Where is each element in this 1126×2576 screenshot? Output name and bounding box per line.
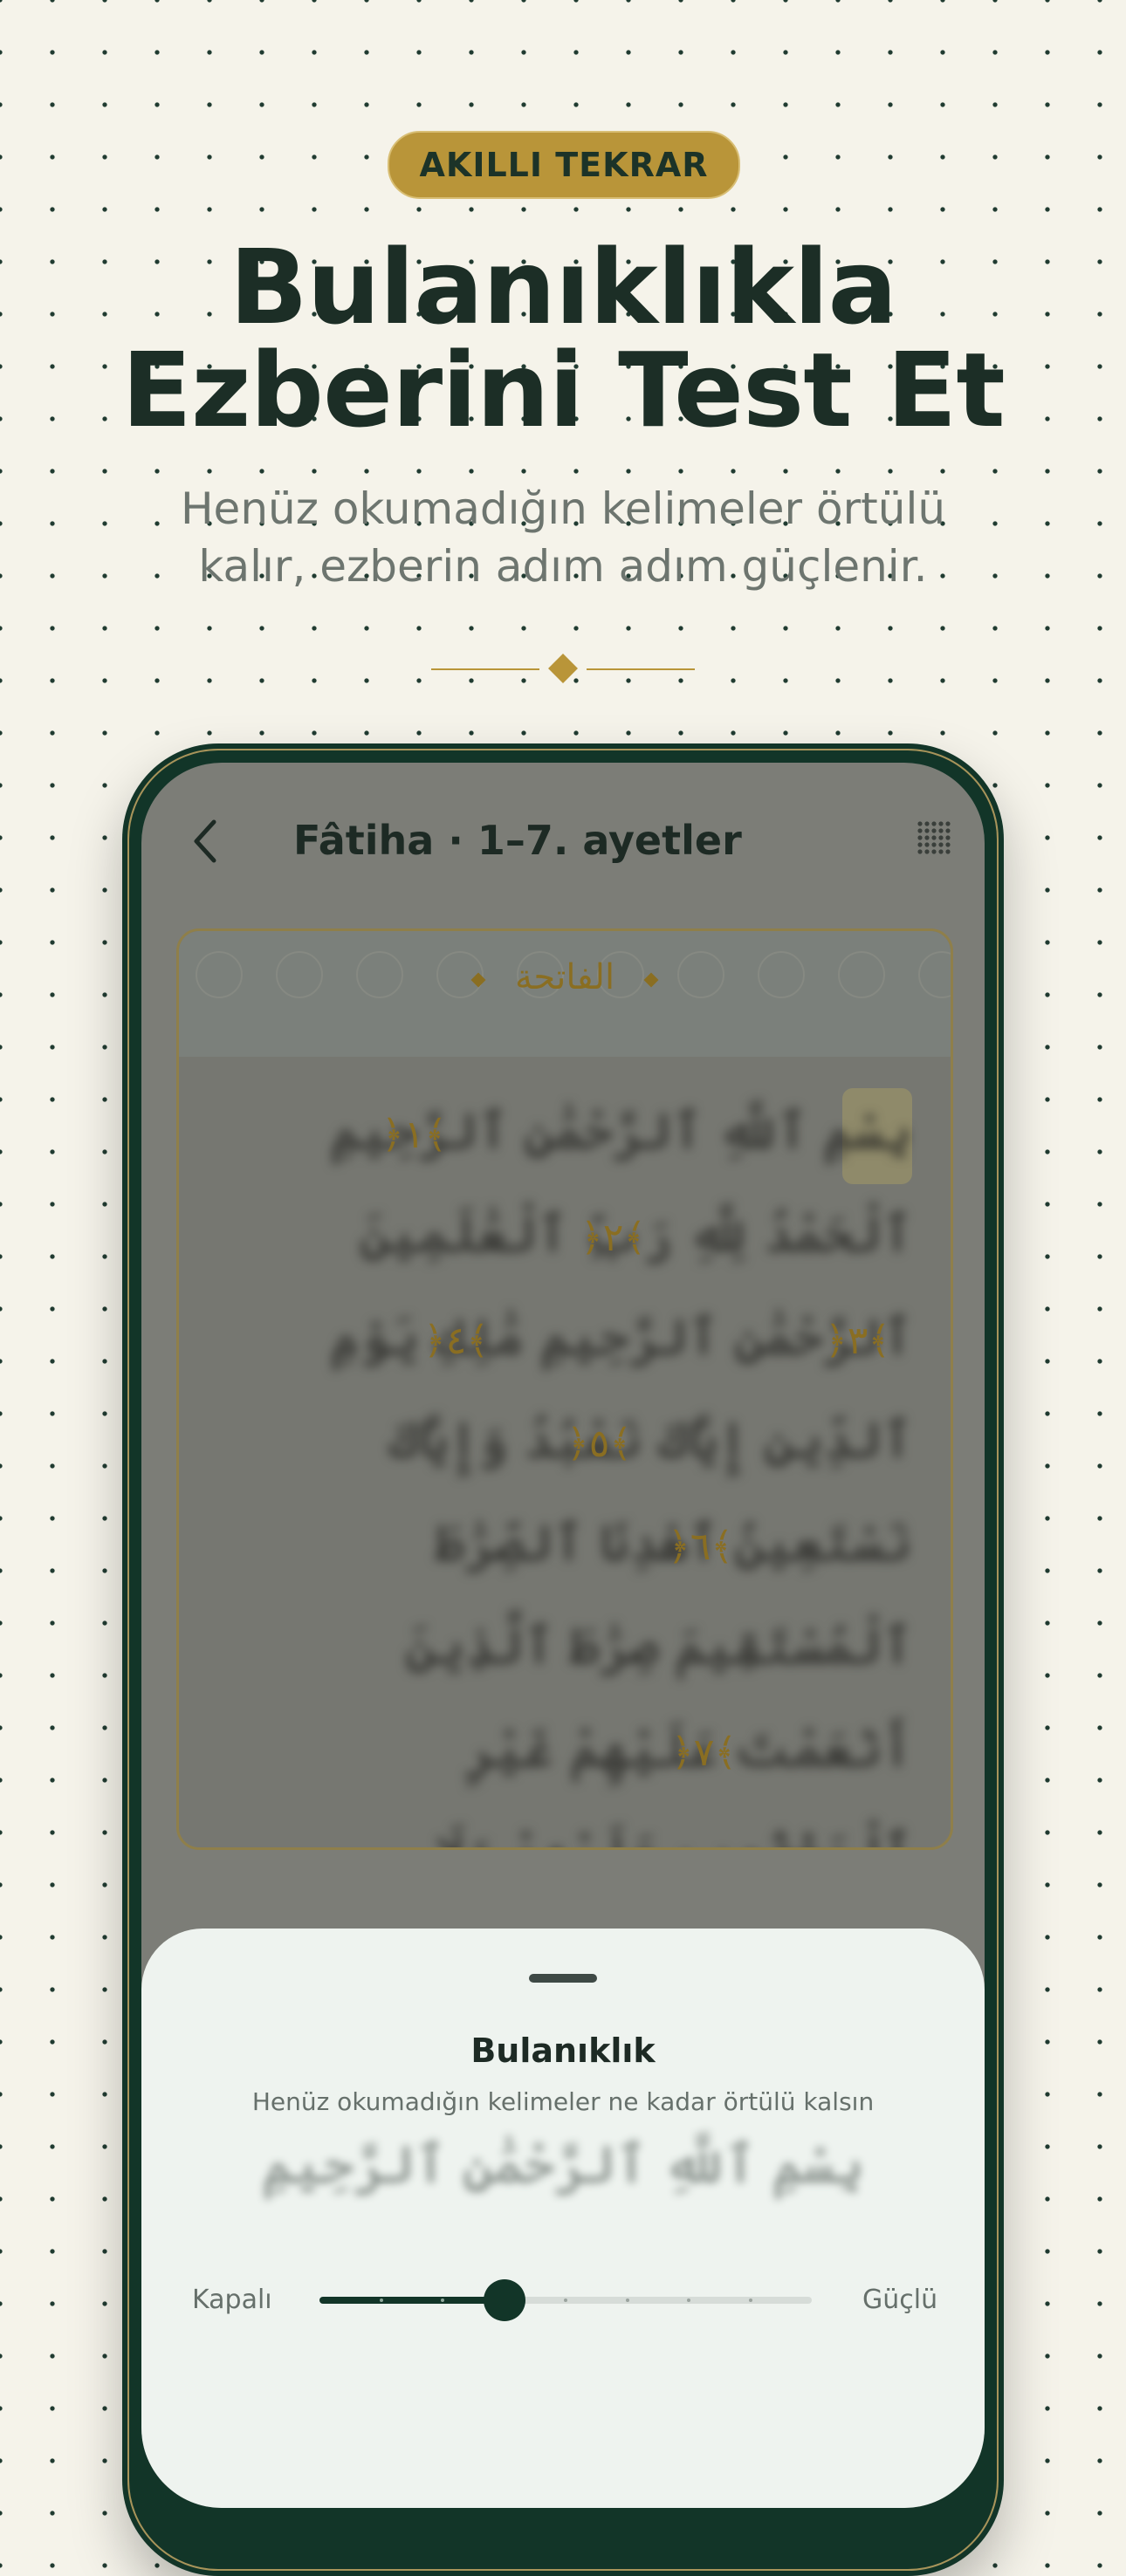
subtitle-line-2: kalır, ezberin adım adım güçlenir. xyxy=(198,541,928,592)
screen-title: Fâtiha · 1–7. ayetler xyxy=(293,817,742,864)
slider-step-tick xyxy=(687,2299,690,2302)
ayah-marker-3: ﴿٣﴾ xyxy=(825,1319,891,1363)
slider-step-tick xyxy=(626,2299,629,2302)
phone-screen: Fâtiha · 1–7. ayetler الفاتحة بِسْمِ ٱلل… xyxy=(141,763,985,2508)
surah-card: الفاتحة بِسْمِ ٱللَّهِ ٱلرَّحْمَٰنِ ٱلرَ… xyxy=(176,928,953,1850)
slider-min-label: Kapalı xyxy=(192,2285,272,2315)
surah-header: الفاتحة xyxy=(179,931,951,1057)
sheet-title: Bulanıklık xyxy=(470,2031,656,2070)
slider-max-label: Güçlü xyxy=(862,2285,938,2315)
blur-slider-fill xyxy=(319,2297,505,2304)
dot-grid-icon[interactable] xyxy=(915,819,953,860)
headline-line-1: Bulanıklıkla xyxy=(229,227,897,347)
subtitle-line-1: Henüz okumadığın kelimeler örtülü xyxy=(180,483,946,534)
slider-step-tick xyxy=(564,2299,567,2302)
blur-settings-sheet: Bulanıklık Henüz okumadığın kelimeler ne… xyxy=(141,1929,985,2508)
slider-step-tick xyxy=(749,2299,752,2302)
ornament-dot xyxy=(643,972,659,988)
surah-name: الفاتحة xyxy=(179,957,951,997)
divider-right xyxy=(587,668,695,670)
ornament-dot xyxy=(470,972,486,988)
slider-step-tick xyxy=(441,2299,444,2302)
ayah-marker-5: ﴿٥﴾ xyxy=(566,1422,633,1466)
blur-preview: بِسْمِ ٱللَّهِ ٱلرَّحْمَٰنِ ٱلرَّحِيمِ xyxy=(261,2134,865,2196)
ayah-marker-2: ﴿٢﴾ xyxy=(580,1216,647,1260)
slider-step-tick xyxy=(380,2299,383,2302)
divider-left xyxy=(431,668,539,670)
ayah-marker-6: ﴿٦﴾ xyxy=(668,1524,734,1569)
ayah-marker-1: ﴿١﴾ xyxy=(381,1113,448,1157)
sheet-description: Henüz okumadığın kelimeler ne kadar örtü… xyxy=(251,2087,875,2116)
verses-block: بِسْمِ ٱللَّهِ ٱلرَّحْمَٰنِ ٱلرَّحِيمِ ٱ… xyxy=(214,1079,912,1847)
blur-slider-thumb[interactable] xyxy=(484,2279,525,2321)
blur-slider-track[interactable] xyxy=(319,2297,812,2304)
ayah-marker-7: ﴿٧﴾ xyxy=(671,1730,738,1775)
diamond-ornament xyxy=(548,654,578,683)
feature-badge: AKILLI TEKRAR xyxy=(388,131,740,199)
ayah-marker-4: ﴿٤﴾ xyxy=(423,1319,490,1363)
headline-line-2: Ezberini Test Et xyxy=(121,330,1006,450)
chevron-left-icon[interactable] xyxy=(187,815,222,867)
sheet-drag-handle[interactable] xyxy=(529,1974,597,1983)
surah-name-text: الفاتحة xyxy=(514,957,615,997)
